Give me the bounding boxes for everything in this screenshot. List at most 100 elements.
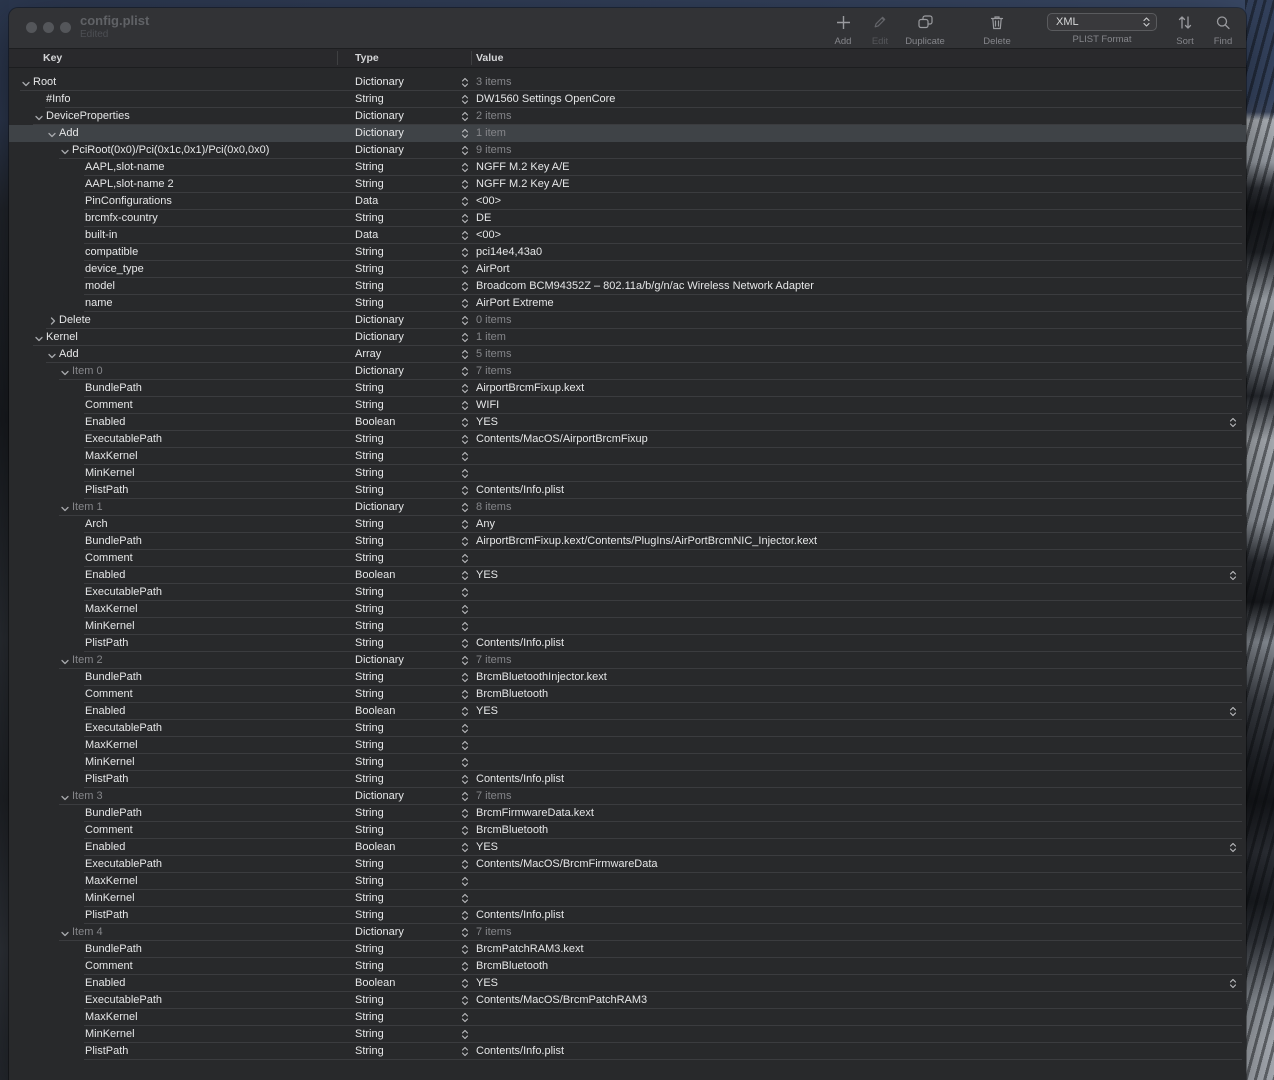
row-key[interactable]: AAPL,slot-name 2 [85,176,174,193]
row-value[interactable]: pci14e4,43a0 [476,244,1206,261]
value-stepper-icon[interactable] [460,790,470,803]
boolean-popup-icon[interactable] [1228,705,1238,718]
value-stepper-icon[interactable] [460,501,470,514]
row-type[interactable]: String [355,856,384,873]
plist-row[interactable]: PlistPath String Contents/Info.plist [9,482,1246,499]
boolean-popup-icon[interactable] [1228,841,1238,854]
row-key[interactable]: AAPL,slot-name [85,159,164,176]
row-type[interactable]: Boolean [355,839,395,856]
row-value[interactable]: AirPort [476,261,1206,278]
value-stepper-icon[interactable] [460,297,470,310]
value-stepper-icon[interactable] [460,399,470,412]
column-header-type[interactable]: Type [355,51,379,65]
row-type[interactable]: String [355,1043,384,1060]
row-value[interactable]: BrcmPatchRAM3.kext [476,941,1206,958]
row-key[interactable]: MinKernel [85,465,135,482]
value-stepper-icon[interactable] [460,161,470,174]
row-type[interactable]: String [355,907,384,924]
row-type[interactable]: Data [355,193,378,210]
row-type[interactable]: String [355,210,384,227]
row-value[interactable]: 7 items [476,652,1206,669]
row-value[interactable]: Broadcom BCM94352Z – 802.11a/b/g/n/ac Wi… [476,278,1206,295]
plist-row[interactable]: MaxKernel String [9,601,1246,618]
plist-row[interactable]: MinKernel String [9,890,1246,907]
row-key[interactable]: device_type [85,261,144,278]
plist-row[interactable]: Delete Dictionary 0 items [9,312,1246,329]
row-type[interactable]: Boolean [355,703,395,720]
row-key[interactable]: MaxKernel [85,601,138,618]
row-type[interactable]: String [355,873,384,890]
plist-row[interactable]: MaxKernel String [9,448,1246,465]
plist-row[interactable]: Root Dictionary 3 items [9,74,1246,91]
row-type[interactable]: Boolean [355,567,395,584]
disclosure-triangle-icon[interactable] [60,656,70,666]
row-type[interactable]: String [355,686,384,703]
value-stepper-icon[interactable] [460,773,470,786]
plist-row[interactable]: BundlePath String BrcmBluetoothInjector.… [9,669,1246,686]
value-stepper-icon[interactable] [460,127,470,140]
disclosure-triangle-icon[interactable] [60,367,70,377]
row-key[interactable]: ExecutablePath [85,992,162,1009]
plist-row[interactable]: PlistPath String Contents/Info.plist [9,907,1246,924]
plist-row[interactable]: name String AirPort Extreme [9,295,1246,312]
plist-row[interactable]: PlistPath String Contents/Info.plist [9,635,1246,652]
row-value[interactable]: AirPort Extreme [476,295,1206,312]
disclosure-triangle-icon[interactable] [60,928,70,938]
value-stepper-icon[interactable] [460,807,470,820]
row-type[interactable]: String [355,431,384,448]
row-key[interactable]: Enabled [85,414,125,431]
disclosure-triangle-icon[interactable] [47,129,57,139]
plist-row[interactable]: MaxKernel String [9,1009,1246,1026]
row-type[interactable]: String [355,890,384,907]
plist-row[interactable]: PciRoot(0x0)/Pci(0x1c,0x1)/Pci(0x0,0x0) … [9,142,1246,159]
row-key[interactable]: PlistPath [85,1043,128,1060]
row-type[interactable]: String [355,482,384,499]
duplicate-button[interactable]: Duplicate [895,13,955,47]
row-value[interactable]: Contents/Info.plist [476,907,1206,924]
row-value[interactable]: NGFF M.2 Key A/E [476,159,1206,176]
value-stepper-icon[interactable] [460,1045,470,1058]
value-stepper-icon[interactable] [460,1011,470,1024]
row-key[interactable]: PciRoot(0x0)/Pci(0x1c,0x1)/Pci(0x0,0x0) [72,142,269,159]
row-type[interactable]: String [355,618,384,635]
row-key[interactable]: Item 0 [72,363,103,380]
row-key[interactable]: BundlePath [85,533,142,550]
row-key[interactable]: PlistPath [85,771,128,788]
value-stepper-icon[interactable] [460,892,470,905]
row-value[interactable]: <00> [476,193,1206,210]
row-key[interactable]: PlistPath [85,635,128,652]
row-key[interactable]: Comment [85,958,133,975]
row-key[interactable]: ExecutablePath [85,856,162,873]
disclosure-triangle-icon[interactable] [34,333,44,343]
row-value[interactable]: Contents/Info.plist [476,635,1206,652]
value-stepper-icon[interactable] [460,841,470,854]
disclosure-triangle-icon[interactable] [21,78,31,88]
row-key[interactable]: BundlePath [85,669,142,686]
plist-row[interactable]: MinKernel String [9,1026,1246,1043]
row-type[interactable]: String [355,771,384,788]
plist-row[interactable]: Enabled Boolean YES [9,975,1246,992]
row-value[interactable]: Any [476,516,1206,533]
plist-row[interactable]: Item 0 Dictionary 7 items [9,363,1246,380]
value-stepper-icon[interactable] [460,331,470,344]
plist-row[interactable]: Enabled Boolean YES [9,703,1246,720]
column-header-value[interactable]: Value [476,51,503,65]
plist-row[interactable]: Comment String BrcmBluetooth [9,958,1246,975]
plist-row[interactable]: PinConfigurations Data <00> [9,193,1246,210]
row-value[interactable]: DW1560 Settings OpenCore [476,91,1206,108]
zoom-window-button[interactable] [60,22,71,33]
row-key[interactable]: Comment [85,822,133,839]
row-key[interactable]: PlistPath [85,907,128,924]
value-stepper-icon[interactable] [460,280,470,293]
row-key[interactable]: BundlePath [85,380,142,397]
row-type[interactable]: String [355,941,384,958]
plist-row[interactable]: ExecutablePath String [9,720,1246,737]
row-key[interactable]: DeviceProperties [46,108,130,125]
value-stepper-icon[interactable] [460,654,470,667]
plist-row[interactable]: MaxKernel String [9,737,1246,754]
value-stepper-icon[interactable] [460,382,470,395]
value-stepper-icon[interactable] [460,450,470,463]
row-key[interactable]: Add [59,346,79,363]
row-type[interactable]: Dictionary [355,312,404,329]
value-stepper-icon[interactable] [460,960,470,973]
